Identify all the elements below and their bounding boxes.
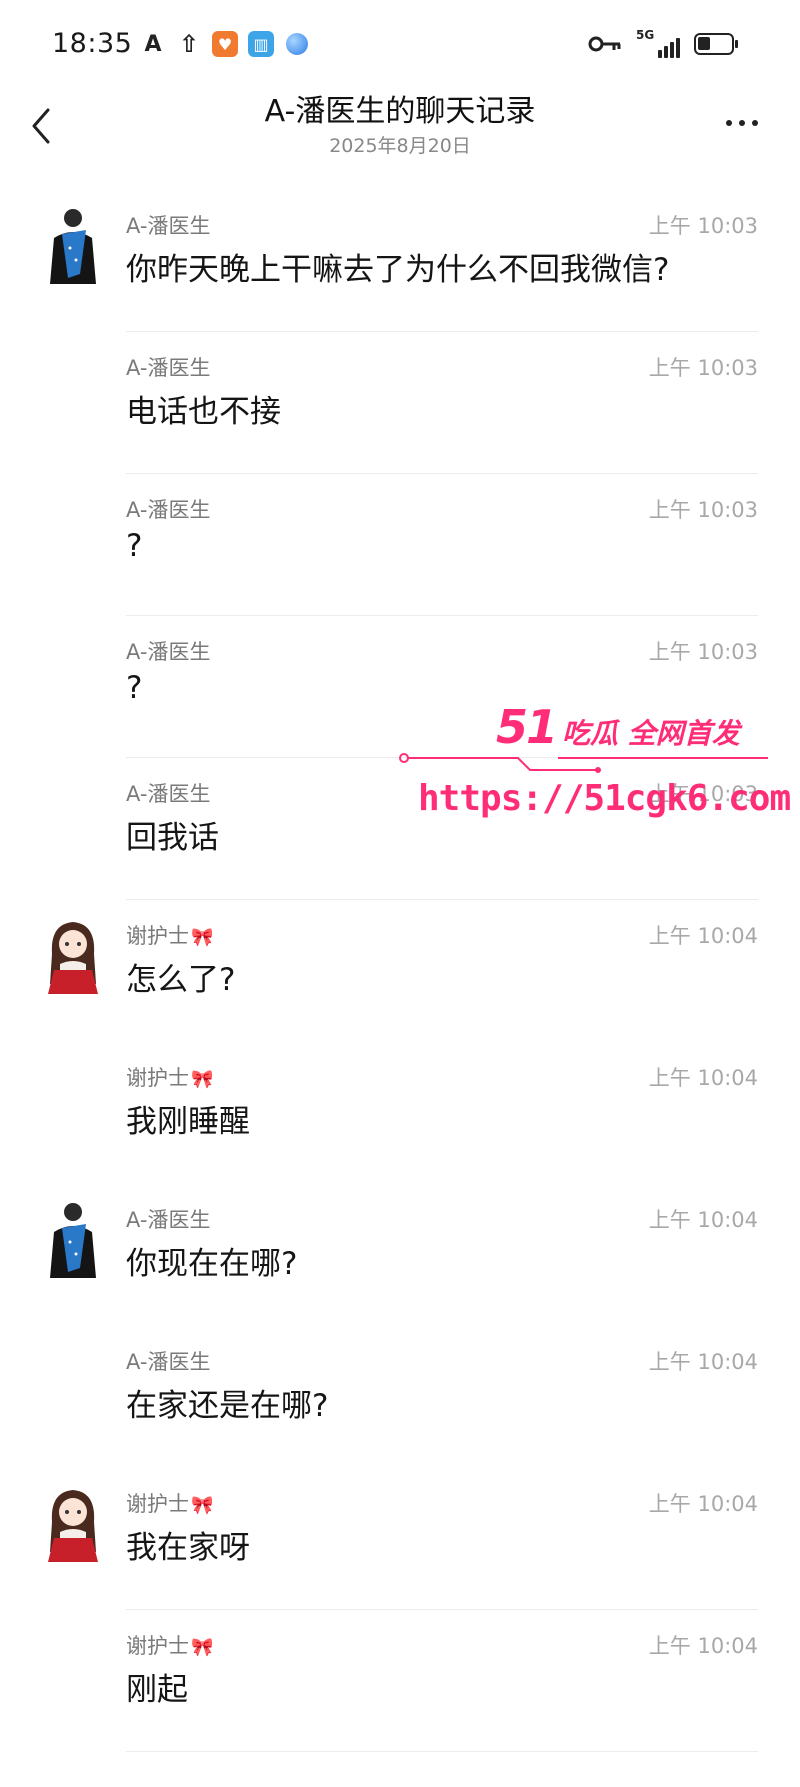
battery-icon: [694, 33, 738, 55]
avatar-nurse: [40, 914, 106, 994]
message-text: 你现在在哪?: [126, 1246, 298, 1282]
book-app-icon: ▥: [248, 31, 274, 57]
message-item[interactable]: 谢护士 🎀 上午 10:04 我刚睡醒: [0, 1042, 800, 1184]
sender-name: A-潘医生: [126, 640, 211, 664]
message-text: 我刚睡醒: [126, 1104, 250, 1140]
message-item[interactable]: 谢护士 🎀 上午 10:04 我在家呀: [0, 1468, 800, 1610]
avatar-doctor: [40, 1198, 106, 1278]
sender-name: 谢护士 🎀: [126, 1492, 214, 1516]
avatar-doctor: [40, 204, 106, 284]
message-item[interactable]: A-潘医生 上午 10:03 ?: [0, 474, 800, 616]
message-item[interactable]: 谢护士 🎀 上午 10:04 怎么了?: [0, 900, 800, 1042]
message-time: 上午 10:04: [648, 1208, 758, 1232]
watermark-logo: 51 吃瓜 全网首发: [496, 700, 740, 754]
sender-name: A-潘医生: [126, 214, 211, 238]
title-block: A-潘医生的聊天记录 2025年8月20日: [0, 92, 800, 160]
sender-name: A-潘医生: [126, 1208, 211, 1232]
message-item[interactable]: A-潘医生 上午 10:03 你昨天晚上干嘛去了为什么不回我微信?: [0, 190, 800, 332]
message-time: 上午 10:03: [648, 498, 758, 522]
status-time: 18:35: [52, 28, 133, 59]
message-time: 上午 10:03: [648, 356, 758, 380]
message-time: 上午 10:04: [648, 924, 758, 948]
key-icon: [588, 36, 621, 52]
message-item[interactable]: A-潘医生 上午 10:04 在家还是在哪?: [0, 1326, 800, 1468]
avatar-nurse: [40, 1482, 106, 1562]
message-time: 上午 10:04: [648, 1492, 758, 1516]
message-time: 上午 10:04: [648, 1350, 758, 1374]
upload-icon: ⇧: [178, 30, 200, 58]
bow-icon: 🎀: [191, 927, 214, 948]
message-text: 电话也不接: [126, 394, 281, 430]
chat-header: A-潘医生的聊天记录 2025年8月20日: [0, 92, 800, 172]
message-text: 我在家呀: [126, 1530, 250, 1566]
sender-name: 谢护士 🎀: [126, 1634, 214, 1658]
watermark-circuit-lines: [399, 753, 768, 773]
network-type: 5G: [636, 28, 655, 42]
message-time: 上午 10:03: [648, 214, 758, 238]
a-app-icon: A: [144, 31, 162, 57]
more-options-icon[interactable]: [726, 120, 758, 126]
message-time: 上午 10:04: [648, 1066, 758, 1090]
divider: [126, 1751, 758, 1752]
message-text: 怎么了?: [126, 962, 236, 998]
page-title: A-潘医生的聊天记录: [264, 94, 536, 129]
message-text: 刚起: [126, 1672, 188, 1708]
page-date: 2025年8月20日: [329, 135, 471, 157]
message-text: ?: [126, 528, 143, 564]
sender-name: A-潘医生: [126, 356, 211, 380]
message-text: ?: [126, 670, 143, 706]
watermark: 51 吃瓜 全网首发 https://51cgk6.com: [398, 700, 791, 830]
system-icons: 5G: [588, 28, 738, 58]
message-item[interactable]: A-潘医生 上午 10:04 你现在在哪?: [0, 1184, 800, 1326]
bow-icon: 🎀: [191, 1069, 214, 1090]
message-time: 上午 10:03: [648, 640, 758, 664]
shield-app-icon: ♥: [212, 31, 238, 57]
bow-icon: 🎀: [191, 1637, 214, 1658]
sender-name: 谢护士 🎀: [126, 924, 214, 948]
message-list: A-潘医生 上午 10:03 你昨天晚上干嘛去了为什么不回我微信? A-潘医生 …: [0, 190, 800, 1752]
sender-name: 谢护士 🎀: [126, 1066, 214, 1090]
sender-name: A-潘医生: [126, 1350, 211, 1374]
globe-app-icon: [284, 31, 310, 57]
sender-name: A-潘医生: [126, 498, 211, 522]
status-bar: 18:35 A ⇧ ♥ ▥ 5G: [0, 0, 800, 92]
message-text: 在家还是在哪?: [126, 1388, 329, 1424]
message-text: 你昨天晚上干嘛去了为什么不回我微信?: [126, 252, 670, 288]
message-time: 上午 10:04: [648, 1634, 758, 1658]
notification-icons: A ⇧ ♥ ▥: [140, 30, 310, 58]
bow-icon: 🎀: [191, 1495, 214, 1516]
sender-name: A-潘医生: [126, 782, 211, 806]
message-text: 回我话: [126, 820, 219, 856]
message-item[interactable]: 谢护士 🎀 上午 10:04 刚起: [0, 1610, 800, 1752]
watermark-url: https://51cgk6.com: [418, 778, 791, 819]
message-item[interactable]: A-潘医生 上午 10:03 电话也不接: [0, 332, 800, 474]
signal-icon: 5G: [636, 28, 680, 58]
